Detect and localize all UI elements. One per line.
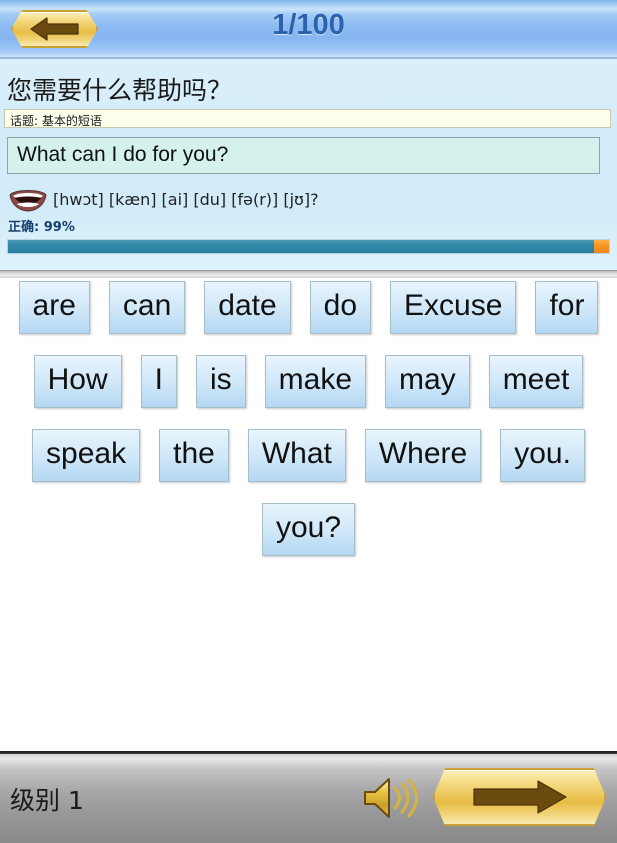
word-tile[interactable]: do (309, 281, 372, 334)
topic-bar: 话题: 基本的短语 (4, 109, 611, 128)
next-button[interactable] (433, 768, 606, 826)
word-tile[interactable]: I (140, 355, 177, 408)
word-tile[interactable]: Excuse (390, 281, 517, 334)
header-bar: 1/100 (0, 0, 617, 59)
word-row: How Iis make may meet (0, 355, 617, 408)
panel-divider (0, 270, 617, 278)
word-tile[interactable]: are (18, 281, 90, 334)
word-tile[interactable]: you? (261, 503, 356, 556)
progress-bar-marker (593, 240, 609, 253)
word-tile[interactable]: How (33, 355, 122, 408)
footer-bar: 级别 1 (0, 754, 617, 843)
word-tile[interactable]: What (247, 429, 346, 482)
word-bank: are can date do Excuse for How Iis make may meet sp… (0, 281, 617, 751)
word-row: speak the What Where you. (0, 429, 617, 482)
word-tile[interactable]: for (535, 281, 599, 334)
word-tile[interactable]: date (204, 281, 291, 334)
progress-bar[interactable] (7, 239, 610, 254)
word-row: you? (0, 503, 617, 556)
word-tile[interactable]: meet (488, 355, 584, 408)
accuracy-label: 正确: 99% (8, 220, 75, 235)
question-chinese: 您需要什么帮助吗？ (7, 76, 233, 105)
answer-field[interactable]: What can I do for you? (7, 137, 600, 174)
speaker-button[interactable] (361, 774, 423, 822)
word-tile[interactable]: can (108, 281, 186, 334)
word-tile[interactable]: may (385, 355, 470, 408)
lesson-panel: 您需要什么帮助吗？ 话题: 基本的短语 What can I do for yo… (0, 59, 617, 270)
level-label: 级别 1 (10, 786, 84, 815)
word-tile[interactable]: is (195, 355, 246, 408)
word-tile[interactable]: the (159, 429, 229, 482)
mouth-icon[interactable] (8, 186, 48, 212)
app-root: 1/100 您需要什么帮助吗？ 话题: 基本的短语 What can I do … (0, 0, 617, 843)
word-row: are can date do Excuse for (0, 281, 617, 334)
arrow-right-icon (472, 780, 567, 814)
speaker-icon (364, 778, 418, 818)
phonetic-transcription: [hwɔt] [kæn] [ai] [du] [fə(r)] [jʊ]? (53, 189, 319, 209)
progress-counter: 1/100 (272, 9, 345, 41)
word-tile[interactable]: make (264, 355, 366, 408)
word-tile[interactable]: Where (364, 429, 482, 482)
word-tile[interactable]: speak (32, 429, 141, 482)
word-tile[interactable]: you. (500, 429, 585, 482)
pronunciation-row: [hwɔt] [kæn] [ai] [du] [fə(r)] [jʊ]? (8, 185, 319, 213)
progress-bar-fill (8, 240, 594, 253)
